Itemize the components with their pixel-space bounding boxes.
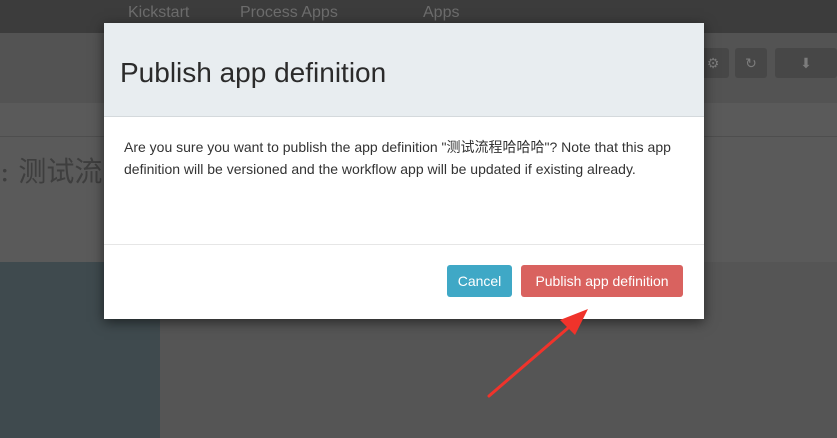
- annotation-arrow-icon: [487, 309, 588, 398]
